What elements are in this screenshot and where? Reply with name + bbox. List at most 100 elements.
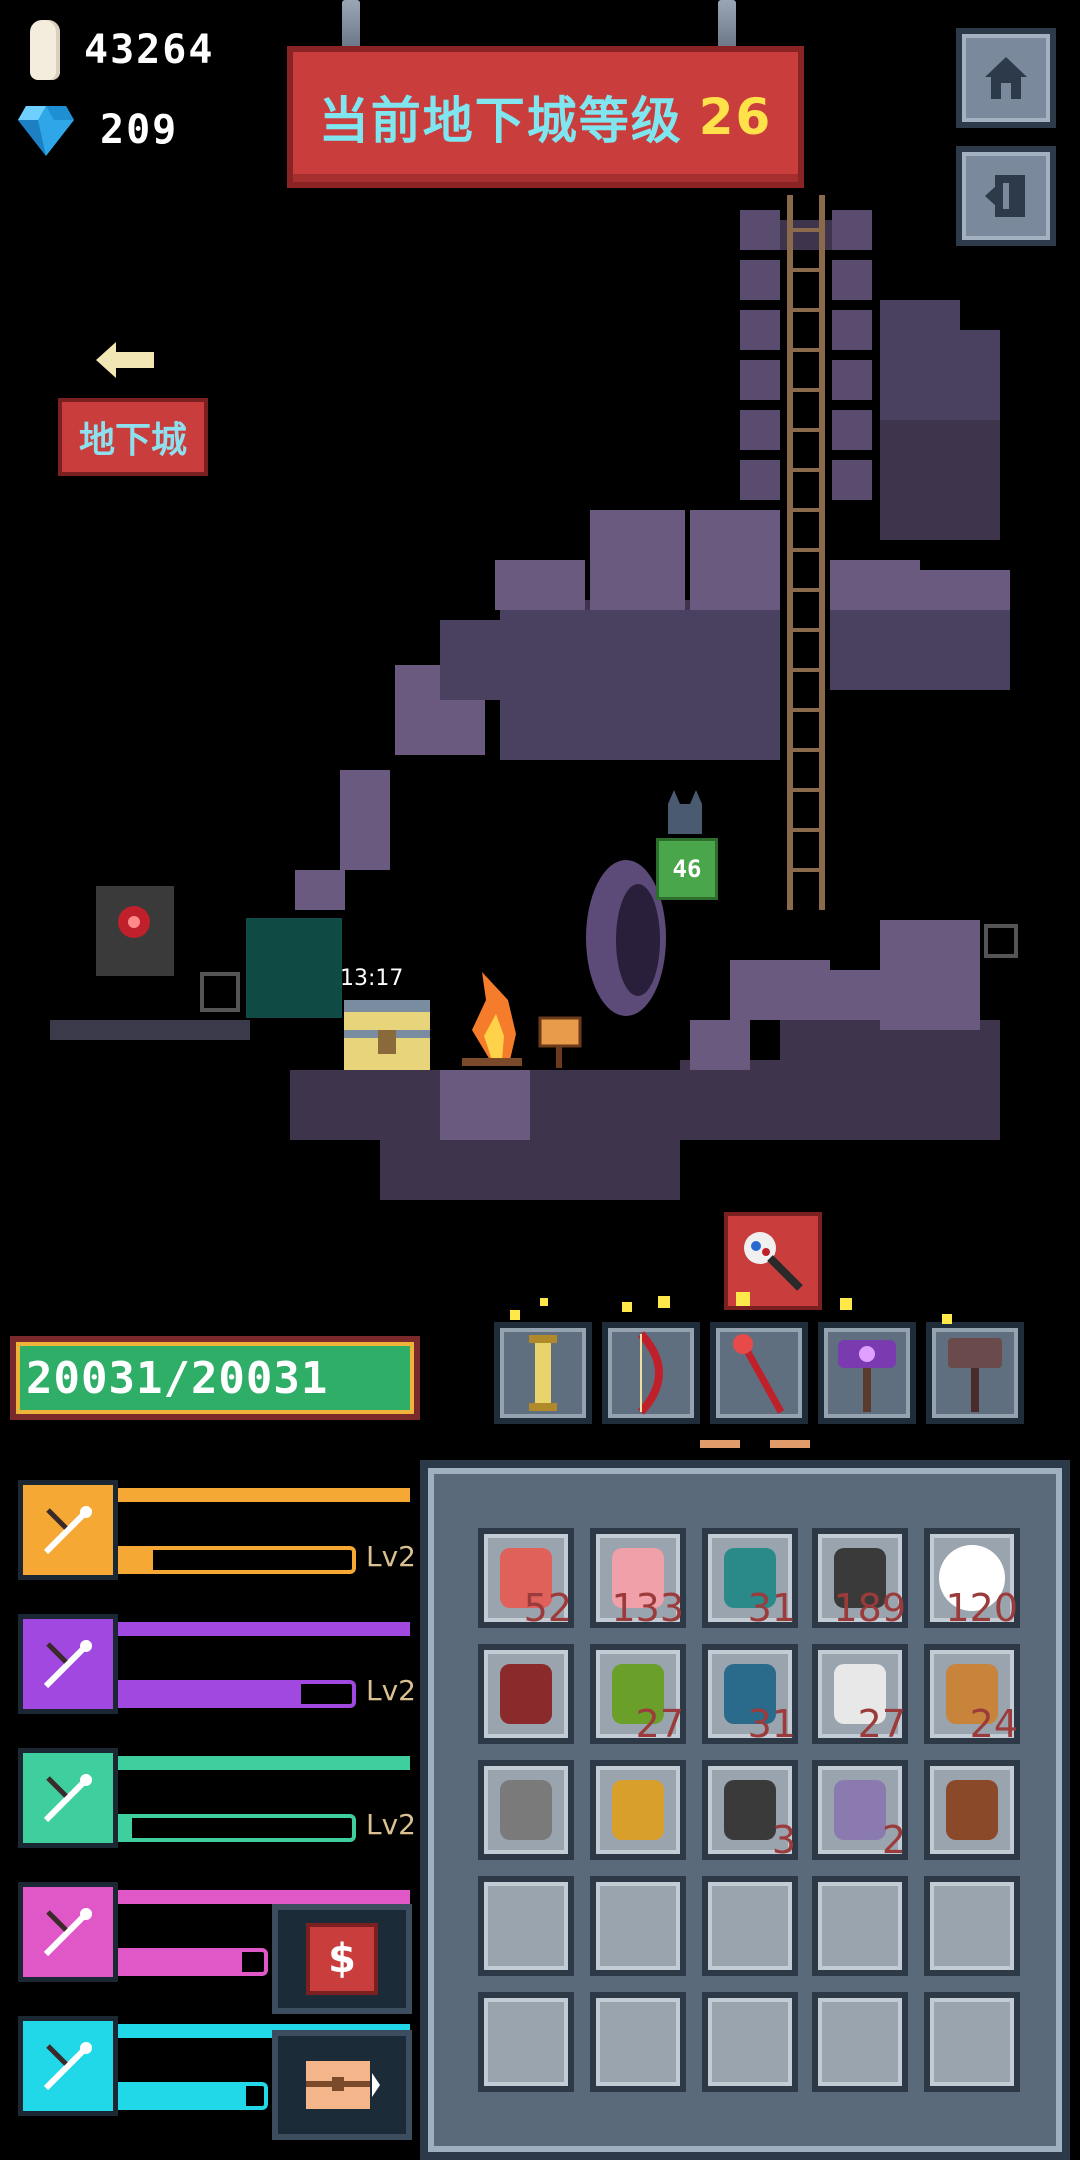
equip-slot-2[interactable] — [602, 1296, 700, 1424]
signpost — [538, 1016, 582, 1048]
inventory-slot[interactable]: 3 — [702, 1760, 798, 1862]
item-quantity: 31 — [747, 1586, 796, 1630]
chest-button[interactable] — [272, 2030, 412, 2140]
item-quantity: 120 — [945, 1586, 1018, 1630]
skill-progress-fill — [118, 1550, 154, 1570]
spell-book-icon — [500, 1664, 552, 1724]
player-cat — [668, 790, 702, 834]
inventory-slot[interactable]: 2 — [812, 1760, 908, 1862]
arrows-icon[interactable] — [18, 1614, 118, 1714]
skill-progress-bar — [118, 1948, 268, 1976]
coin-icon — [30, 20, 60, 80]
inventory-slot-empty[interactable] — [702, 1992, 798, 2092]
gold-shield-icon — [612, 1780, 664, 1840]
item-quantity: 27 — [857, 1702, 906, 1746]
equip-indicator — [770, 1440, 810, 1448]
item-quantity: 189 — [833, 1586, 906, 1630]
ladder — [787, 195, 825, 910]
inventory-slot-empty[interactable] — [702, 1876, 798, 1976]
dungeon-level-value: 26 — [698, 88, 773, 146]
inventory-slot-empty[interactable] — [478, 1992, 574, 2092]
home-icon — [985, 57, 1027, 99]
inventory-slot-empty[interactable] — [924, 1992, 1020, 2092]
dollar-icon: $ — [306, 1923, 378, 1995]
skill-level-label: Lv2 — [366, 1808, 416, 1841]
skill-progress-fill — [118, 2086, 247, 2106]
swords-icon[interactable] — [18, 1480, 118, 1580]
equip-slot-3[interactable] — [710, 1292, 808, 1424]
inventory-panel: 52 133 31 189 120 27 31 27 24 3 2 — [420, 1460, 1070, 2160]
inventory-slot-empty[interactable] — [590, 1876, 686, 1976]
dark-stone-icon — [724, 1780, 776, 1840]
axe-icon[interactable] — [18, 2016, 118, 2116]
skill-progress-bar — [118, 2082, 268, 2110]
skill-level-label: Lv2 — [366, 1540, 416, 1573]
golden-scroll-icon — [529, 1335, 557, 1411]
skill-track — [118, 1622, 410, 1636]
skill-progress-bar — [118, 1546, 356, 1574]
inventory-slot-empty[interactable] — [812, 1876, 908, 1976]
shop-button[interactable]: $ — [272, 1904, 412, 2014]
dungeon-level-label: 当前地下城等级 — [318, 92, 683, 150]
inventory-slot-empty[interactable] — [812, 1992, 908, 2092]
inventory-slot[interactable]: 31 — [702, 1528, 798, 1630]
inventory-slot-empty[interactable] — [590, 1992, 686, 2092]
inventory-slot[interactable]: 120 — [924, 1528, 1020, 1630]
dungeon-scene — [50, 195, 1018, 1200]
item-quantity: 3 — [771, 1818, 796, 1862]
inventory-slot[interactable] — [590, 1760, 686, 1860]
rune-book-icon — [946, 1780, 998, 1840]
ring-icon — [500, 1780, 552, 1840]
brown-hammer-icon — [948, 1338, 1002, 1412]
item-quantity: 24 — [969, 1702, 1018, 1746]
equip-slot-1[interactable] — [494, 1298, 592, 1424]
inventory-slot[interactable]: 52 — [478, 1528, 574, 1630]
inventory-slot-empty[interactable] — [478, 1876, 574, 1976]
teal-block — [246, 918, 342, 1018]
treasure-chest — [344, 1000, 430, 1070]
inventory-slot[interactable]: 24 — [924, 1644, 1020, 1746]
skill-track — [118, 1890, 410, 1904]
purple-hammer-icon — [838, 1340, 896, 1412]
skill-track — [118, 1756, 410, 1770]
inventory-slot[interactable]: 27 — [590, 1644, 686, 1746]
chest-icon — [306, 2061, 380, 2109]
inventory-slot[interactable]: 189 — [812, 1528, 908, 1630]
campfire — [462, 972, 522, 1066]
purple-map-icon — [834, 1780, 886, 1840]
red-bow-icon — [637, 1331, 663, 1415]
dungeon-level-banner: 当前地下城等级 26 — [287, 46, 804, 188]
skill-progress-fill — [118, 1684, 301, 1704]
red-staff-icon — [733, 1334, 785, 1414]
inventory-slot[interactable]: 133 — [590, 1528, 686, 1630]
mace-icon — [744, 1232, 803, 1291]
equip-slot-4[interactable] — [818, 1298, 916, 1424]
equip-indicator — [700, 1440, 740, 1448]
chest-timer: 13:17 — [340, 966, 404, 991]
inventory-slot[interactable]: 31 — [702, 1644, 798, 1746]
pickaxe-icon[interactable] — [18, 1882, 118, 1982]
inventory-slot[interactable] — [478, 1644, 574, 1744]
skill-level-label: Lv2 — [366, 1674, 416, 1707]
coin-counter: 43264 — [30, 20, 214, 80]
health-bar: 20031/20031 — [10, 1336, 420, 1420]
skill-track — [118, 1488, 410, 1502]
inventory-slot[interactable]: 27 — [812, 1644, 908, 1746]
skill-progress-fill — [118, 1952, 243, 1972]
red-eye-totem — [96, 886, 174, 976]
inventory-slot-empty[interactable] — [924, 1876, 1020, 1976]
inventory-slot[interactable] — [924, 1760, 1020, 1860]
item-quantity: 2 — [881, 1818, 906, 1862]
coin-amount: 43264 — [84, 27, 215, 73]
equip-slot-5[interactable] — [926, 1314, 1024, 1424]
item-quantity: 52 — [523, 1586, 572, 1630]
tools-icon[interactable] — [18, 1748, 118, 1848]
player-level-badge: 46 — [656, 838, 718, 900]
item-quantity: 27 — [635, 1702, 684, 1746]
skill-progress-fill — [118, 1818, 133, 1838]
skill-progress-bar — [118, 1814, 356, 1842]
diamond-icon — [18, 106, 74, 156]
home-button[interactable] — [956, 28, 1056, 128]
inventory-slot[interactable] — [478, 1760, 574, 1860]
skill-progress-bar — [118, 1680, 356, 1708]
